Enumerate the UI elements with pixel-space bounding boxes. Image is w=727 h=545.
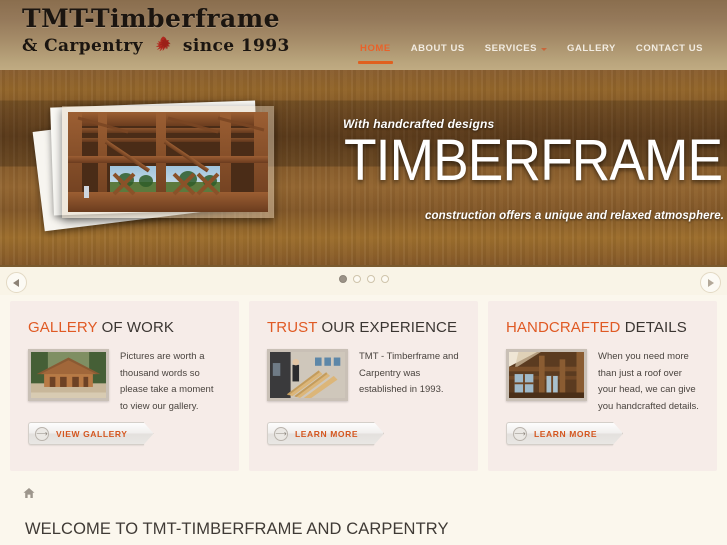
chevron-down-icon xyxy=(541,47,548,51)
nav-item-services[interactable]: SERVICES xyxy=(475,43,557,68)
learn-more-button-label: LEARN MORE xyxy=(295,428,359,439)
page-title: WELCOME TO TMT-TIMBERFRAME AND CARPENTRY xyxy=(25,520,449,538)
slider-dot-2[interactable] xyxy=(352,275,361,283)
arrow-right-circle-icon: ⟶ xyxy=(35,426,49,441)
card-body: TMT - Timberframe and Carpentry was esta… xyxy=(267,349,460,401)
arrow-right-circle-icon: ⟶ xyxy=(513,426,527,441)
view-gallery-button[interactable]: ⟶ VIEW GALLERY xyxy=(28,422,144,445)
slider-dot-4[interactable] xyxy=(380,275,389,283)
feature-card-handcrafted: HANDCRAFTED DETAILS When you need more t… xyxy=(488,301,717,471)
slider-controls xyxy=(0,265,727,295)
card-thumbnail[interactable] xyxy=(506,349,587,401)
griffin-crest-icon xyxy=(152,35,174,57)
hero-slider: With handcrafted designs TIMBERFRAME con… xyxy=(0,70,727,265)
learn-more-button-trust[interactable]: ⟶ LEARN MORE xyxy=(267,422,375,445)
card-thumbnail-image xyxy=(270,352,345,398)
learn-more-button-label: LEARN MORE xyxy=(534,428,598,439)
hero-photo-main xyxy=(62,106,274,218)
nav-item-gallery[interactable]: GALLERY xyxy=(557,43,626,68)
card-title-highlight: TRUST xyxy=(267,319,318,336)
logo-since-text: since 1993 xyxy=(182,35,290,56)
hero-text-block: With handcrafted designs TIMBERFRAME con… xyxy=(330,70,727,265)
logo-line-1: TMT-Timberframe xyxy=(22,4,281,33)
page-root: TMT-Timberframe & Carpentry since 1993 H… xyxy=(0,0,727,545)
card-title: HANDCRAFTED DETAILS xyxy=(506,319,699,336)
card-description: When you need more than just a roof over… xyxy=(598,351,699,412)
card-description: TMT - Timberframe and Carpentry was esta… xyxy=(359,351,459,396)
nav-item-home[interactable]: HOME xyxy=(350,43,401,68)
logo-line-2: & Carpentry since 1993 xyxy=(22,35,290,57)
card-thumbnail-image xyxy=(31,352,106,398)
card-title-rest: OF WORK xyxy=(97,319,174,336)
nav-item-about-us[interactable]: ABOUT US xyxy=(401,43,475,68)
site-header: TMT-Timberframe & Carpentry since 1993 H… xyxy=(0,0,727,70)
card-body: Pictures are worth a thousand words so p… xyxy=(28,349,221,416)
nav-item-home-label: HOME xyxy=(360,43,391,54)
card-title-rest: OUR EXPERIENCE xyxy=(317,319,458,336)
hero-photo-stack xyxy=(32,100,274,232)
card-title-highlight: GALLERY xyxy=(28,319,98,336)
content-section: WELCOME TO TMT-TIMBERFRAME AND CARPENTRY xyxy=(0,475,727,545)
card-thumbnail-image xyxy=(509,352,584,398)
nav-item-contact-us[interactable]: CONTACT US xyxy=(626,43,713,68)
nav-item-gallery-label: GALLERY xyxy=(567,43,616,54)
arrow-right-circle-icon: ⟶ xyxy=(274,426,288,441)
card-title-rest: DETAILS xyxy=(620,319,687,336)
nav-item-contact-us-label: CONTACT US xyxy=(635,43,703,54)
nav-item-services-label: SERVICES xyxy=(484,43,538,54)
nav-item-about-us-label: ABOUT US xyxy=(410,43,465,54)
learn-more-button-handcrafted[interactable]: ⟶ LEARN MORE xyxy=(506,422,614,445)
nav-active-underline xyxy=(358,61,393,64)
slider-prev-button[interactable] xyxy=(6,272,27,293)
hero-photo-image xyxy=(68,112,268,212)
hero-title: TIMBERFRAME xyxy=(344,128,723,193)
logo-carpentry-text: & Carpentry xyxy=(22,35,143,56)
feature-card-gallery: GALLERY OF WORK Pictures are worth a tho… xyxy=(10,301,239,471)
slider-dot-3[interactable] xyxy=(366,275,375,283)
main-navigation: HOME ABOUT US SERVICES GALLERY CONTACT U… xyxy=(350,43,713,68)
view-gallery-button-label: VIEW GALLERY xyxy=(56,428,128,439)
card-description: Pictures are worth a thousand words so p… xyxy=(120,351,214,412)
slider-dots xyxy=(338,275,389,283)
card-thumbnail[interactable] xyxy=(28,349,109,401)
feature-cards: GALLERY OF WORK Pictures are worth a tho… xyxy=(0,295,727,475)
card-body: When you need more than just a roof over… xyxy=(506,349,699,416)
card-title: GALLERY OF WORK xyxy=(28,319,221,336)
hero-subtitle: construction offers a unique and relaxed… xyxy=(425,210,724,222)
chevron-left-icon xyxy=(13,278,19,287)
site-logo[interactable]: TMT-Timberframe & Carpentry since 1993 xyxy=(22,6,290,57)
home-icon[interactable] xyxy=(23,486,35,504)
card-title-highlight: HANDCRAFTED xyxy=(506,319,621,336)
card-thumbnail[interactable] xyxy=(267,349,348,401)
feature-card-trust: TRUST OUR EXPERIENCE TMT - Timberframe a… xyxy=(249,301,478,471)
slider-next-button[interactable] xyxy=(700,272,721,293)
card-title: TRUST OUR EXPERIENCE xyxy=(267,319,460,336)
chevron-right-icon xyxy=(708,278,714,287)
slider-dot-1[interactable] xyxy=(338,275,347,283)
